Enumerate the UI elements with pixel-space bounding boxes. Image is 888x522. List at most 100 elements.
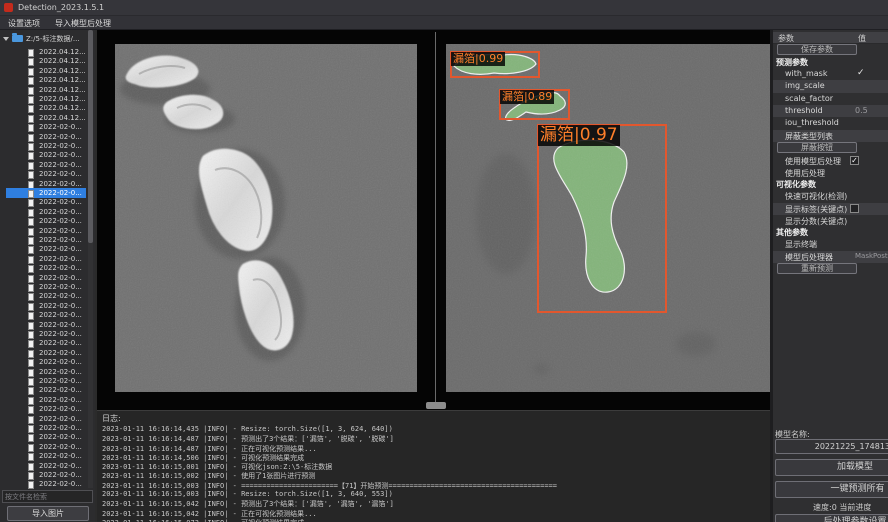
tree-file-row[interactable]: 2022-02-0... [0,480,95,490]
file-icon [28,265,34,273]
file-name: 2022.04.12... [39,95,86,103]
param-button-重新预测[interactable]: 重新预测 [777,263,857,274]
file-icon [28,369,34,377]
log-line: 2023-01-11 16:16:15,003 |INFO| - Resize:… [102,490,767,499]
file-icon [28,481,34,489]
param-row[interactable]: 模型后处理器MaskPostPro [773,251,888,263]
param-checkbox[interactable] [850,204,859,213]
param-row[interactable]: 显示分数(关键点) [773,215,888,227]
image-canvas-original[interactable] [115,44,417,392]
file-icon [28,162,34,170]
param-row[interactable]: iou_threshold [773,117,888,129]
detection-label: 漏箔|0.89 [500,90,554,104]
file-icon [28,49,34,57]
param-row[interactable]: 屏蔽类型列表 [773,130,888,142]
detection-label: 漏箔|0.99 [451,52,505,66]
file-name: 2022-02-0... [39,180,82,188]
param-row[interactable]: threshold0.5 [773,105,888,117]
file-icon [28,284,34,292]
file-name: 2022-02-0... [39,123,82,131]
file-name: 2022-02-0... [39,198,82,206]
file-name: 2022-02-0... [39,161,82,169]
param-checkbox[interactable]: ✓ [850,156,859,165]
file-name: 2022-02-0... [39,142,82,150]
file-icon [28,218,34,226]
log-line: 2023-01-11 16:16:14,435 |INFO| - Resize:… [102,425,767,434]
title-bar: Detection_2023.1.5.1 [0,0,888,16]
file-name: 2022-02-0... [39,480,82,488]
file-icon [28,152,34,160]
tree-root-row[interactable]: Z:/5-标注数据/... [0,34,95,44]
param-label: 模型后处理器 [785,252,833,263]
file-icon [28,134,34,142]
param-row[interactable]: with_mask✓ [773,68,888,80]
param-button-row: 保存参数 [773,44,888,57]
param-section-header: 其他参数 [773,227,888,238]
section-label: 预测参数 [776,57,808,68]
progress-text: 速度:0 当前进度 [813,502,871,513]
file-icon [28,387,34,395]
param-row[interactable]: 快速可视化(检测) [773,190,888,202]
param-row[interactable]: 显示标签(关键点) [773,203,888,215]
param-row[interactable]: 显示终端 [773,238,888,250]
file-name: 2022-02-0... [39,471,82,479]
import-images-button[interactable]: 导入图片 [7,506,89,521]
splitter[interactable] [435,32,436,408]
param-row[interactable]: img_scale [773,80,888,92]
load-model-button[interactable]: 加载模型 [775,459,888,476]
folder-icon [12,35,23,42]
file-icon [28,472,34,480]
file-icon [28,406,34,414]
search-input[interactable] [2,490,93,503]
expand-arrow-icon[interactable] [3,37,9,41]
file-name: 2022.04.12... [39,67,86,75]
param-button-row: 重新预测 [773,263,888,276]
file-icon [28,359,34,367]
file-name: 2022-02-0... [39,236,82,244]
predict-all-button[interactable]: 一键预测所有 [775,481,888,498]
file-name: 2022-02-0... [39,377,82,385]
file-icon [28,453,34,461]
log-line: 2023-01-11 16:16:14,487 |INFO| - 预测出了3个结… [102,434,767,443]
image-viewer: 漏箔|0.99漏箔|0.89漏箔|0.97 [97,30,772,410]
file-icon [28,237,34,245]
tree-scrollbar-thumb[interactable] [88,30,93,243]
value-col-name: 值 [858,33,866,44]
param-label: 使用后处理 [785,168,825,179]
param-label: 显示标签(关键点) [785,204,847,215]
tree-root-label: Z:/5-标注数据/... [26,34,80,44]
log-line: 2023-01-11 16:16:15,073 |INFO| - 可视化预测结果… [102,518,767,522]
file-name: 2022-02-0... [39,358,82,366]
param-button-保存参数[interactable]: 保存参数 [777,44,857,55]
file-icon [28,124,34,132]
image-canvas-prediction[interactable]: 漏箔|0.99漏箔|0.89漏箔|0.97 [446,44,770,392]
file-icon [28,322,34,330]
param-button-屏蔽按钮[interactable]: 屏蔽按钮 [777,142,857,153]
splitter-handle[interactable] [426,402,446,409]
param-label: 快速可视化(检测) [785,191,847,202]
file-name: 2022-02-0... [39,311,82,319]
menu-bar: 设置选项 导入模型后处理 [0,16,888,30]
file-icon [28,425,34,433]
params-panel: 参数值保存参数预测参数with_mask✓img_scalescale_fact… [773,30,888,522]
file-icon [28,434,34,442]
param-row[interactable]: 使用后处理 [773,167,888,179]
file-name: 2022-02-0... [39,189,82,197]
param-section-header: 预测参数 [773,57,888,68]
menu-item-settings[interactable]: 设置选项 [8,18,40,29]
file-icon [28,105,34,113]
file-name: 2022-02-0... [39,415,82,423]
menu-item-import-postprocess[interactable]: 导入模型后处理 [55,18,111,29]
param-label: 使用模型后处理 [785,156,841,167]
log-output[interactable]: 2023-01-11 16:16:14,435 |INFO| - Resize:… [102,425,767,522]
param-button-row: 屏蔽按钮 [773,142,888,155]
param-row[interactable]: scale_factor [773,93,888,105]
param-label: iou_threshold [785,118,839,127]
file-icon [28,397,34,405]
log-line: 2023-01-11 16:16:15,042 |INFO| - 预测出了3个结… [102,499,767,508]
param-section-header: 可视化参数 [773,179,888,190]
model-name-button[interactable]: 20221225_174813 [775,439,888,454]
param-label: 显示分数(关键点) [785,216,847,227]
param-row[interactable]: 使用模型后处理 ✓ [773,155,888,167]
postprocess-settings-button[interactable]: 后处理参数设置 [775,514,888,522]
